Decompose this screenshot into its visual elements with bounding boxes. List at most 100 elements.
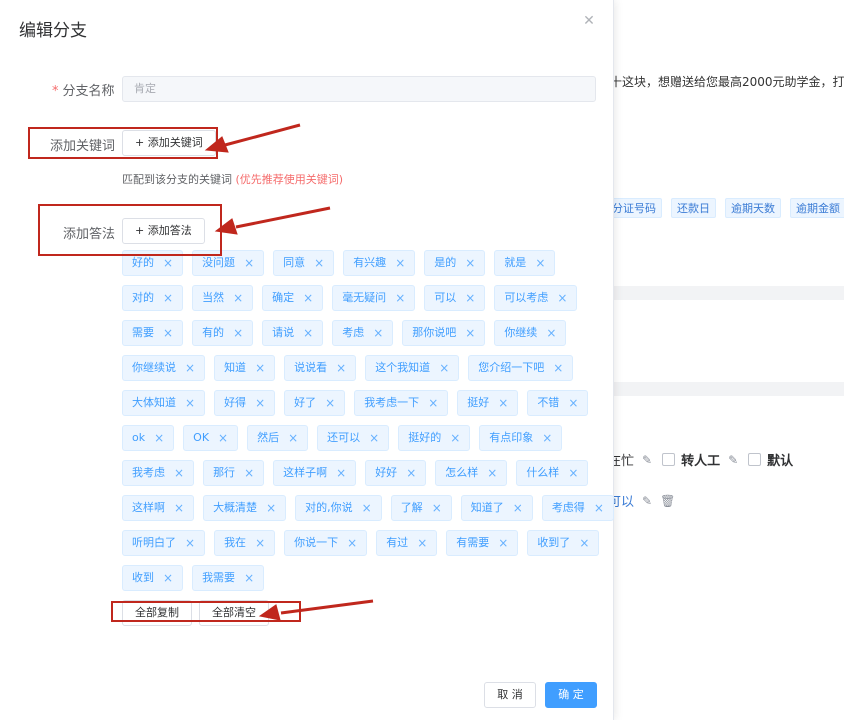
confirm-button[interactable]: 确 定 [545, 682, 597, 708]
remove-tag-icon[interactable]: × [373, 321, 383, 345]
background-variable-tag[interactable]: 分证号码 [606, 198, 662, 218]
remove-tag-icon[interactable]: × [487, 461, 497, 485]
answer-tag[interactable]: 这样啊 × [122, 495, 195, 521]
remove-tag-icon[interactable]: × [542, 426, 552, 450]
background-branch-link[interactable]: 可以 ✎ 🗑 [608, 491, 675, 511]
answer-tag[interactable]: 怎么样 × [435, 460, 508, 486]
remove-tag-icon[interactable]: × [513, 496, 523, 520]
remove-tag-icon[interactable]: × [568, 461, 578, 485]
answer-tag[interactable]: 好了 × [284, 390, 346, 416]
answer-tag[interactable]: 挺好的 × [398, 425, 471, 451]
remove-tag-icon[interactable]: × [154, 426, 164, 450]
remove-tag-icon[interactable]: × [288, 426, 298, 450]
answer-tag[interactable]: 不错 × [527, 390, 589, 416]
answer-tag[interactable]: 对的 × [122, 285, 184, 311]
answer-tag[interactable]: 我需要 × [192, 565, 265, 591]
answer-tag[interactable]: 我在 × [214, 530, 276, 556]
remove-tag-icon[interactable]: × [244, 251, 254, 275]
answer-tag[interactable]: 挺好 × [457, 390, 519, 416]
edit-icon[interactable]: ✎ [728, 453, 738, 467]
remove-tag-icon[interactable]: × [498, 531, 508, 555]
checkbox[interactable] [748, 453, 762, 466]
remove-tag-icon[interactable]: × [417, 531, 427, 555]
remove-tag-icon[interactable]: × [557, 286, 567, 310]
answer-tag[interactable]: 就是 × [494, 250, 556, 276]
remove-tag-icon[interactable]: × [432, 496, 442, 520]
answer-tag[interactable]: 有需要 × [446, 530, 519, 556]
answer-tag[interactable]: 好得 × [214, 390, 276, 416]
remove-tag-icon[interactable]: × [303, 286, 313, 310]
answer-tag[interactable]: 需要 × [122, 320, 184, 346]
remove-tag-icon[interactable]: × [163, 566, 173, 590]
remove-tag-icon[interactable]: × [233, 321, 243, 345]
answer-tag[interactable]: 我考虑 × [122, 460, 195, 486]
remove-tag-icon[interactable]: × [465, 286, 475, 310]
answer-tag[interactable]: 好好 × [365, 460, 427, 486]
cancel-button[interactable]: 取 消 [484, 682, 536, 708]
remove-tag-icon[interactable]: × [174, 461, 184, 485]
remove-tag-icon[interactable]: × [450, 426, 460, 450]
remove-tag-icon[interactable]: × [579, 531, 589, 555]
answer-tag[interactable]: 还可以 × [317, 425, 390, 451]
answer-tag[interactable]: 考虑 × [332, 320, 394, 346]
clear-all-button[interactable]: 全部清空 [199, 600, 269, 626]
branch-name-input[interactable]: 肯定 [122, 76, 596, 102]
remove-tag-icon[interactable]: × [163, 251, 173, 275]
answer-tag[interactable]: 毫无疑问 × [332, 285, 416, 311]
answer-tag[interactable]: 有兴趣 × [343, 250, 416, 276]
answer-tag[interactable]: 这样子啊 × [273, 460, 357, 486]
remove-tag-icon[interactable]: × [594, 496, 604, 520]
answer-tag[interactable]: 什么样 × [516, 460, 589, 486]
answer-tag[interactable]: 你说一下 × [284, 530, 368, 556]
remove-tag-icon[interactable]: × [244, 566, 254, 590]
remove-tag-icon[interactable]: × [465, 321, 475, 345]
background-variable-tag[interactable]: 逾期天数 [725, 198, 781, 218]
answer-tag[interactable]: 有的 × [192, 320, 254, 346]
answer-tag[interactable]: 是的 × [424, 250, 486, 276]
answer-tag[interactable]: 那行 × [203, 460, 265, 486]
remove-tag-icon[interactable]: × [255, 356, 265, 380]
remove-tag-icon[interactable]: × [347, 531, 357, 555]
remove-tag-icon[interactable]: × [255, 531, 265, 555]
answer-tag[interactable]: 大体知道 × [122, 390, 206, 416]
remove-tag-icon[interactable]: × [163, 286, 173, 310]
remove-tag-icon[interactable]: × [185, 391, 195, 415]
remove-tag-icon[interactable]: × [303, 321, 313, 345]
remove-tag-icon[interactable]: × [218, 426, 228, 450]
answer-tag[interactable]: 我考虑一下 × [354, 390, 449, 416]
answer-tag[interactable]: 同意 × [273, 250, 335, 276]
answer-tag[interactable]: 请说 × [262, 320, 324, 346]
answer-tag[interactable]: 你继续说 × [122, 355, 206, 381]
remove-tag-icon[interactable]: × [369, 426, 379, 450]
checkbox[interactable] [662, 453, 676, 466]
answer-tag[interactable]: 可以 × [424, 285, 486, 311]
answer-tag[interactable]: 当然 × [192, 285, 254, 311]
edit-icon[interactable]: ✎ [642, 494, 652, 508]
remove-tag-icon[interactable]: × [535, 251, 545, 275]
remove-tag-icon[interactable]: × [266, 496, 276, 520]
add-keyword-button[interactable]: + 添加关键词 [122, 130, 216, 156]
remove-tag-icon[interactable]: × [336, 461, 346, 485]
answer-tag[interactable]: 收到了 × [527, 530, 600, 556]
remove-tag-icon[interactable]: × [428, 391, 438, 415]
add-answer-button[interactable]: + 添加答法 [122, 218, 205, 244]
answer-tag[interactable]: 考虑得 × [541, 495, 614, 521]
answer-tag[interactable]: 你继续 × [494, 320, 567, 346]
answer-tag[interactable]: 说说看 × [284, 355, 357, 381]
remove-tag-icon[interactable]: × [233, 286, 243, 310]
answer-tag[interactable]: 然后 × [247, 425, 309, 451]
answer-tag[interactable]: 收到 × [122, 565, 184, 591]
background-variable-tag[interactable]: 逾期金额 [790, 198, 844, 218]
answer-tag[interactable]: OK × [183, 425, 239, 451]
remove-tag-icon[interactable]: × [185, 356, 195, 380]
answer-tag[interactable]: 大概清楚 × [203, 495, 287, 521]
remove-tag-icon[interactable]: × [406, 461, 416, 485]
answer-tag[interactable]: 听明白了 × [122, 530, 206, 556]
remove-tag-icon[interactable]: × [395, 251, 405, 275]
answer-tag[interactable]: 了解 × [390, 495, 452, 521]
remove-tag-icon[interactable]: × [568, 391, 578, 415]
answer-tag[interactable]: 可以考虑 × [494, 285, 578, 311]
remove-tag-icon[interactable]: × [395, 286, 405, 310]
answer-tag[interactable]: 确定 × [262, 285, 324, 311]
answer-tag[interactable]: 那你说吧 × [402, 320, 486, 346]
